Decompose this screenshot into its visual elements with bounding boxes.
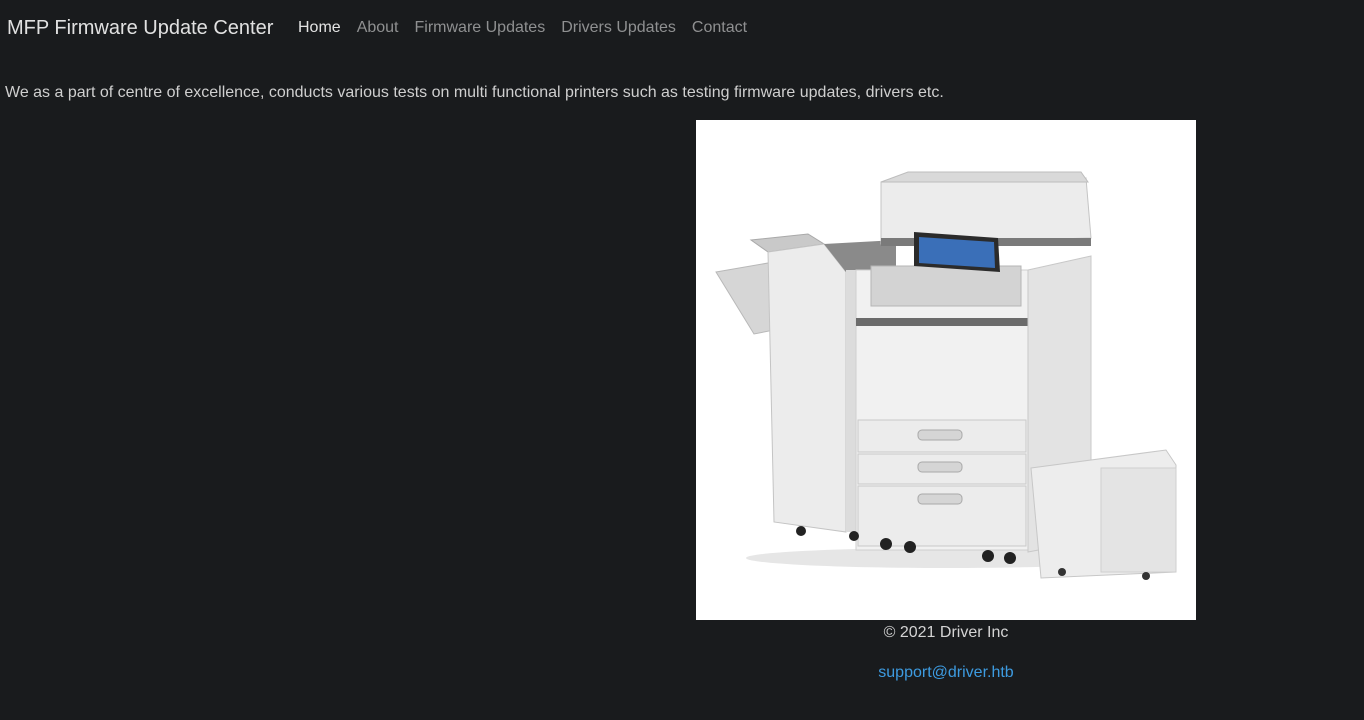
nav-link-home[interactable]: Home — [290, 18, 349, 38]
top-navbar: MFP Firmware Update Center Home About Fi… — [0, 0, 1364, 56]
nav-link-drivers-updates[interactable]: Drivers Updates — [553, 18, 684, 38]
footer-email: support@driver.htb — [696, 663, 1196, 683]
support-email-link[interactable]: support@driver.htb — [878, 664, 1013, 681]
brand-link[interactable]: MFP Firmware Update Center — [7, 16, 273, 40]
nav-links: Home About Firmware Updates Drivers Upda… — [290, 18, 755, 38]
footer-copyright: © 2021 Driver Inc — [883, 624, 1009, 641]
intro-text: We as a part of centre of excellence, co… — [5, 84, 944, 101]
nav-link-about[interactable]: About — [349, 18, 407, 38]
nav-link-firmware-updates[interactable]: Firmware Updates — [407, 18, 554, 38]
printer-image — [696, 120, 1196, 620]
multifunction-printer-icon — [715, 171, 1177, 580]
nav-link-contact[interactable]: Contact — [684, 18, 755, 38]
